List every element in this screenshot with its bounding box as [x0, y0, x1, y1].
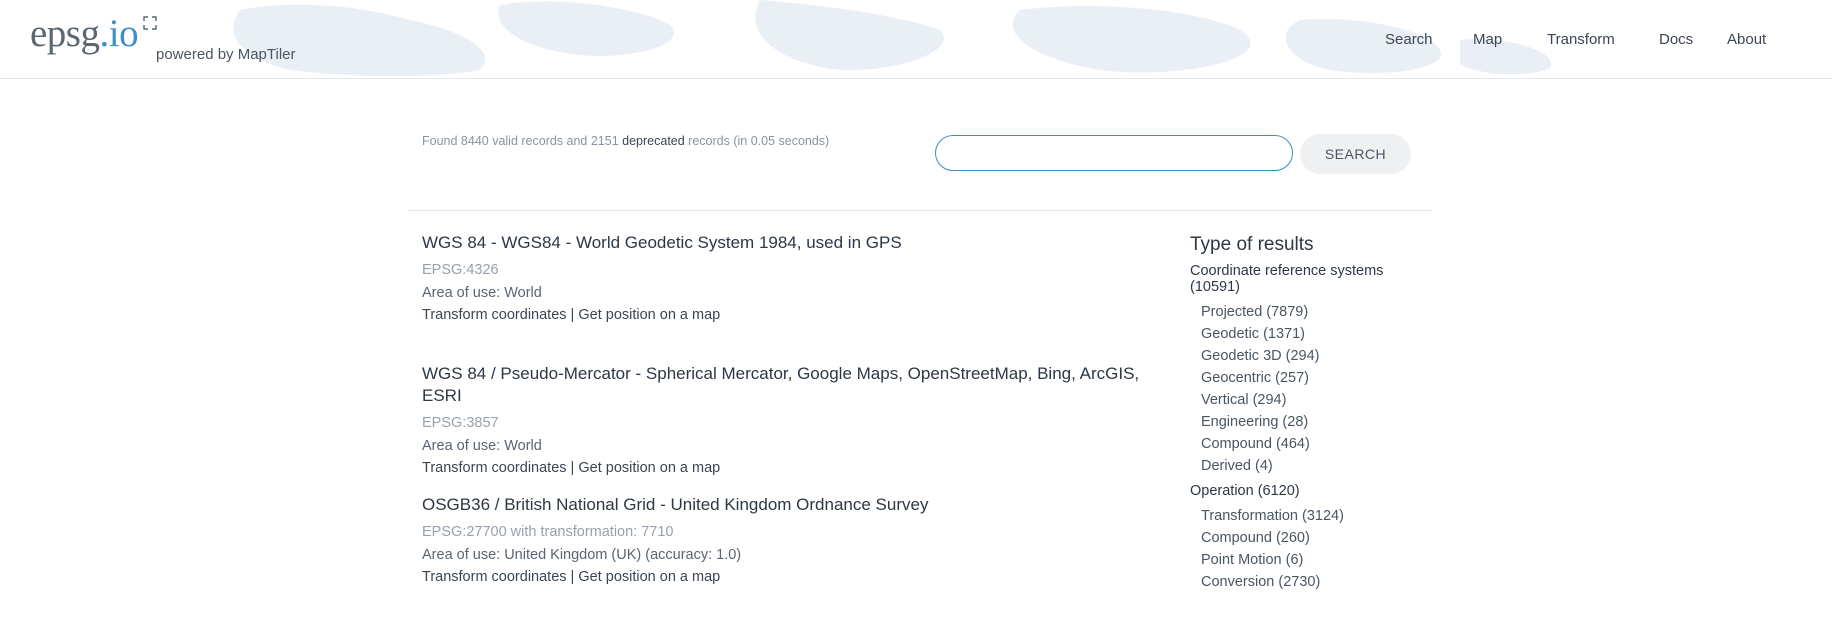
- result-code: EPSG:3857: [422, 415, 499, 431]
- filter-item-derived[interactable]: Derived (4): [1190, 455, 1410, 477]
- result-item: WGS 84 - WGS84 - World Geodetic System 1…: [422, 232, 1162, 363]
- nav-transform[interactable]: Transform: [1547, 31, 1615, 48]
- logo-io-text: .io: [99, 12, 139, 55]
- result-area: Area of use: United Kingdom (UK) (accura…: [422, 547, 742, 563]
- logo-main-text: epsg: [30, 12, 100, 55]
- filter-item-compound[interactable]: Compound (464): [1190, 433, 1410, 455]
- link-separator: |: [566, 307, 579, 323]
- filter-item-transformation[interactable]: Transformation (3124): [1190, 505, 1410, 527]
- result-title[interactable]: WGS 84 / Pseudo-Mercator - Spherical Mer…: [422, 363, 1162, 407]
- search-button[interactable]: SEARCH: [1300, 134, 1411, 174]
- found-suffix: records (in 0.05 seconds): [684, 134, 830, 148]
- transform-coordinates-link[interactable]: Transform coordinates: [422, 460, 567, 476]
- result-type-filter: Type of results Coordinate reference sys…: [1190, 234, 1410, 599]
- nav-search[interactable]: Search: [1385, 31, 1433, 48]
- get-position-link[interactable]: Get position on a map: [578, 569, 720, 585]
- transform-coordinates-link[interactable]: Transform coordinates: [422, 569, 567, 585]
- result-item: OSGB36 / British National Grid - United …: [422, 494, 1162, 625]
- search-input[interactable]: [935, 135, 1293, 171]
- link-separator: |: [566, 569, 579, 585]
- filter-group-crs[interactable]: Coordinate reference systems (10591): [1190, 263, 1410, 295]
- nav-about[interactable]: About: [1727, 31, 1766, 48]
- filter-item-op-compound[interactable]: Compound (260): [1190, 527, 1410, 549]
- result-area: Area of use: World: [422, 285, 542, 301]
- filter-item-point-motion[interactable]: Point Motion (6): [1190, 549, 1410, 571]
- filter-item-geodetic[interactable]: Geodetic (1371): [1190, 323, 1410, 345]
- filter-item-conversion[interactable]: Conversion (2730): [1190, 571, 1410, 593]
- nav-map[interactable]: Map: [1473, 31, 1502, 48]
- expand-icon: [143, 16, 157, 30]
- filter-list-operation: Transformation (3124) Compound (260) Poi…: [1190, 505, 1410, 593]
- site-header: epsg.io powered by MapTiler Search Map T…: [0, 0, 1832, 79]
- filter-group-operation[interactable]: Operation (6120): [1190, 483, 1410, 499]
- get-position-link[interactable]: Get position on a map: [578, 307, 720, 323]
- transform-coordinates-link[interactable]: Transform coordinates: [422, 307, 567, 323]
- get-position-link[interactable]: Get position on a map: [578, 460, 720, 476]
- found-prefix: Found 8440 valid records and 2151: [422, 134, 623, 148]
- filter-title: Type of results: [1190, 234, 1314, 255]
- result-links: Transform coordinates | Get position on …: [422, 305, 1162, 325]
- main-content: Found 8440 valid records and 2151 deprec…: [408, 79, 1432, 590]
- result-area: Area of use: World: [422, 438, 542, 454]
- nav-docs[interactable]: Docs: [1659, 31, 1693, 48]
- filter-item-geodetic-3d[interactable]: Geodetic 3D (294): [1190, 345, 1410, 367]
- powered-by-text: powered by MapTiler: [156, 46, 296, 63]
- results-list: WGS 84 - WGS84 - World Geodetic System 1…: [422, 232, 1162, 625]
- epsg-logo[interactable]: epsg.io: [30, 12, 139, 55]
- result-code: EPSG:4326: [422, 262, 499, 278]
- deprecated-link[interactable]: deprecated: [622, 134, 685, 148]
- filter-item-projected[interactable]: Projected (7879): [1190, 301, 1410, 323]
- result-title[interactable]: OSGB36 / British National Grid - United …: [422, 494, 1162, 516]
- filter-item-vertical[interactable]: Vertical (294): [1190, 389, 1410, 411]
- result-code: EPSG:27700 with transformation: 7710: [422, 524, 674, 540]
- filter-item-engineering[interactable]: Engineering (28): [1190, 411, 1410, 433]
- filter-list-crs: Projected (7879) Geodetic (1371) Geodeti…: [1190, 301, 1410, 477]
- filter-item-geocentric[interactable]: Geocentric (257): [1190, 367, 1410, 389]
- result-item: WGS 84 / Pseudo-Mercator - Spherical Mer…: [422, 363, 1162, 494]
- result-title[interactable]: WGS 84 - WGS84 - World Geodetic System 1…: [422, 232, 1162, 254]
- result-links: Transform coordinates | Get position on …: [422, 458, 1162, 478]
- result-links: Transform coordinates | Get position on …: [422, 567, 1162, 587]
- results-summary: Found 8440 valid records and 2151 deprec…: [422, 134, 829, 148]
- link-separator: |: [566, 460, 579, 476]
- search-row: Found 8440 valid records and 2151 deprec…: [408, 79, 1432, 211]
